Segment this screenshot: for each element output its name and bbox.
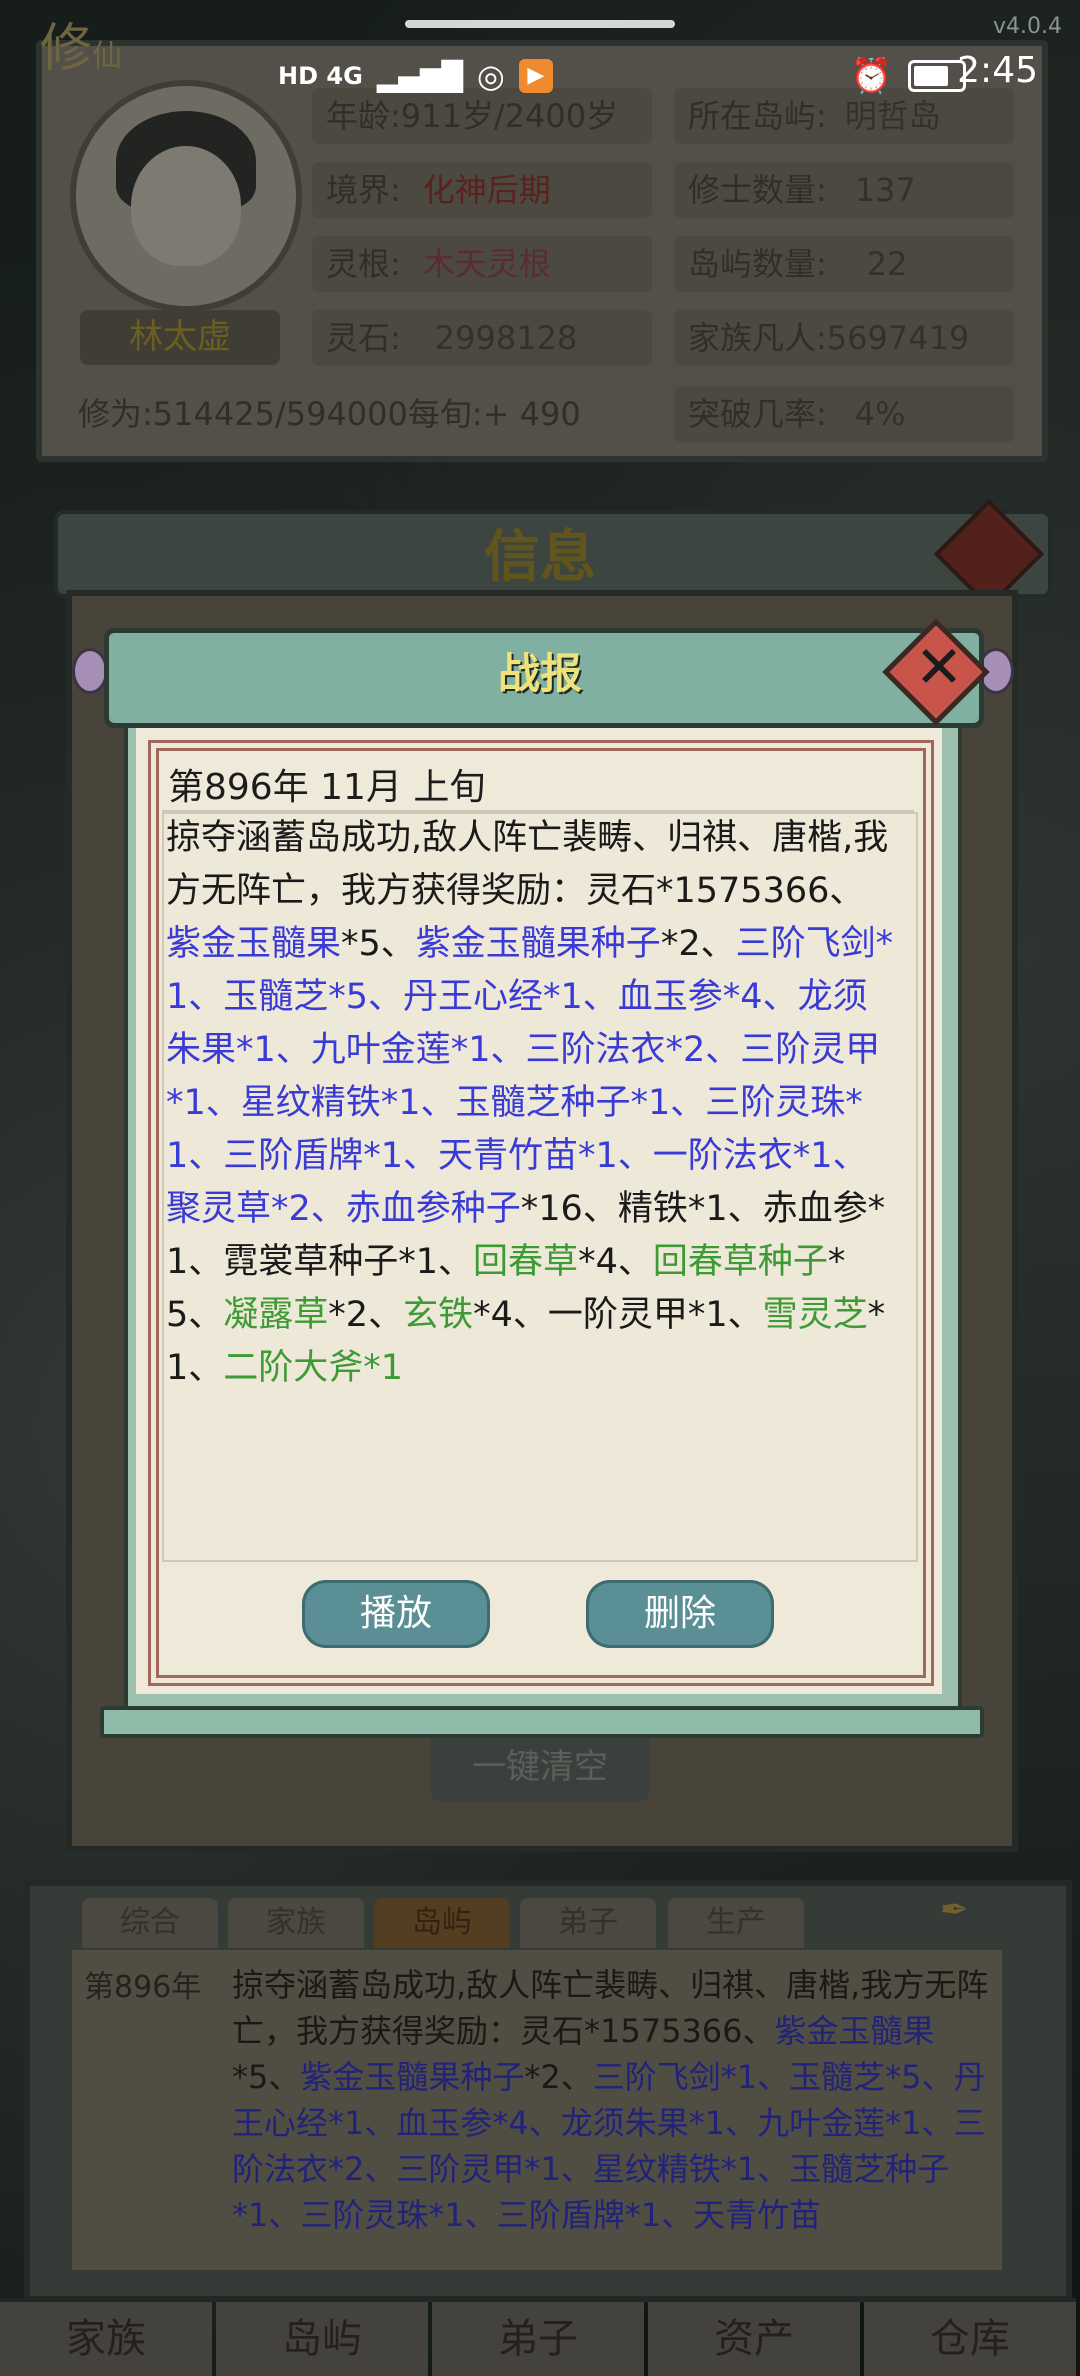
report-segment: *2、 bbox=[660, 924, 736, 964]
dialog-bottom-rail bbox=[100, 1706, 984, 1738]
play-button[interactable]: 播放 bbox=[302, 1580, 490, 1648]
video-app-icon: ▶ bbox=[518, 59, 553, 93]
status-icons: HD 4G ▂▄▆█ ◎ ▶ bbox=[278, 56, 553, 96]
report-segment: *4、 bbox=[578, 1242, 653, 1282]
version-label: v4.0.4 bbox=[993, 14, 1062, 39]
report-segment: 紫金玉髓果 bbox=[166, 924, 342, 964]
report-segment: *4、一阶灵甲*1、 bbox=[473, 1295, 763, 1335]
report-segment: 回春草种子 bbox=[652, 1242, 828, 1282]
report-segment: *2、 bbox=[328, 1295, 404, 1335]
network-label: HD 4G bbox=[278, 62, 363, 90]
report-segment: 二阶大斧*1 bbox=[223, 1348, 404, 1388]
clock: 2:45 bbox=[957, 50, 1038, 91]
report-segment: 三阶飞剑*1、玉髓芝*5、丹王心经*1、血玉参*4、龙须朱果*1、九叶金莲*1、… bbox=[166, 924, 894, 1229]
browser-icon: ◎ bbox=[476, 57, 505, 95]
delete-button[interactable]: 删除 bbox=[586, 1580, 774, 1648]
close-icon[interactable]: ✕ bbox=[906, 634, 972, 700]
report-segment: 雪灵芝 bbox=[762, 1295, 868, 1335]
report-segment: *5、 bbox=[341, 924, 416, 964]
report-text: 掠夺涵蓄岛成功,敌人阵亡裴畴、归祺、唐楷,我方无阵亡，我方获得奖励：灵石*157… bbox=[166, 812, 896, 1395]
notch-pill bbox=[405, 20, 675, 28]
status-bar: v4.0.4 HD 4G ▂▄▆█ ◎ ▶ ⏰ 2:45 bbox=[0, 0, 1080, 140]
report-segment: 掠夺涵蓄岛成功,敌人阵亡裴畴、归祺、唐楷,我方无阵亡，我方获得奖励：灵石*157… bbox=[166, 818, 889, 911]
report-segment: 回春草 bbox=[473, 1242, 579, 1282]
report-segment: 玄铁 bbox=[403, 1295, 474, 1335]
status-right-icons: ⏰ bbox=[850, 56, 967, 96]
report-date: 第896年 11月 上旬 bbox=[168, 767, 486, 808]
report-segment: 凝露草 bbox=[223, 1295, 329, 1335]
alarm-icon: ⏰ bbox=[850, 56, 893, 96]
signal-icon: ▂▄▆█ bbox=[376, 59, 463, 93]
report-segment: 紫金玉髓果种子 bbox=[415, 924, 661, 964]
